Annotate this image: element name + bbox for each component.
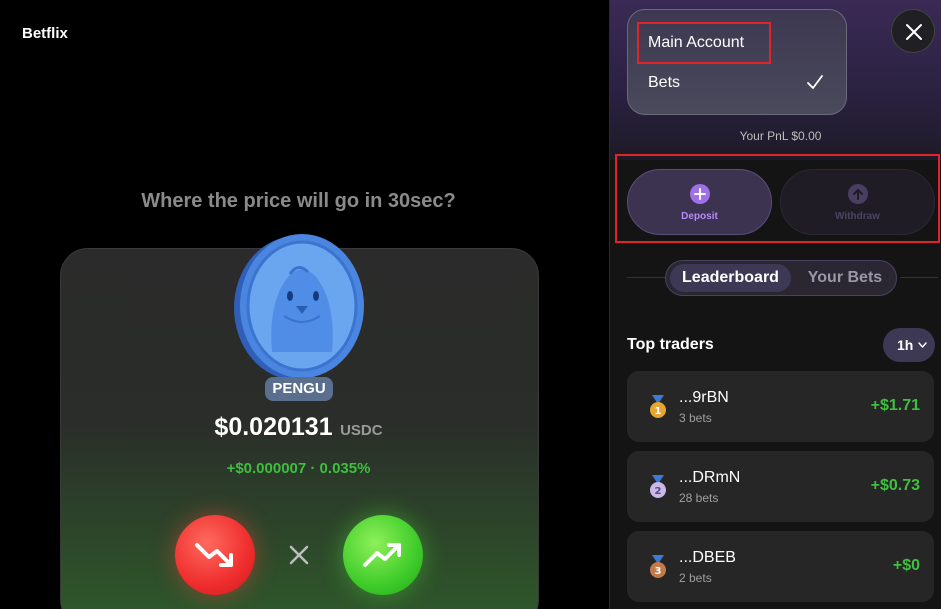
deposit-button[interactable]: Deposit: [627, 169, 772, 235]
trader-pnl: +$0: [892, 557, 920, 574]
withdraw-label: Withdraw: [835, 211, 880, 222]
page: Betflix Where the price will go in 30sec…: [0, 0, 941, 609]
price-display: $0.020131 USDC: [0, 413, 597, 442]
trend-down-icon: [195, 543, 233, 567]
pnl-label: Your PnL $0.00: [739, 129, 822, 143]
price-amount: $0.020131: [214, 413, 333, 441]
brand-logo[interactable]: Betflix: [22, 25, 68, 42]
trader-pnl: +$1.71: [870, 397, 920, 414]
close-icon: [906, 24, 922, 40]
divider: [900, 277, 938, 278]
x-icon: [289, 545, 309, 565]
plus-circle-icon: [689, 184, 710, 204]
tab-leaderboard[interactable]: Leaderboard: [670, 264, 791, 292]
deposit-label: Deposit: [681, 211, 718, 222]
trader-row[interactable]: 3 ...DBEB 2 bets +$0: [627, 531, 934, 602]
trader-row[interactable]: 2 ...DRmN 28 bets +$0.73: [627, 451, 934, 522]
svg-text:2: 2: [655, 486, 662, 497]
checkmark-icon: [807, 75, 823, 89]
token-badge: PENGU: [265, 377, 333, 401]
divider: [627, 277, 667, 278]
svg-text:1: 1: [655, 406, 662, 417]
trader-pnl: +$0.73: [870, 477, 920, 494]
pengu-coin-icon: [234, 234, 364, 380]
trader-bets: 28 bets: [679, 491, 719, 505]
trader-name: ...DBEB: [679, 549, 736, 566]
close-button[interactable]: [891, 9, 935, 53]
trader-name: ...9rBN: [679, 389, 729, 406]
bronze-medal-icon: 3: [650, 555, 666, 578]
account-dropdown[interactable]: Main Account Bets: [627, 9, 847, 115]
trend-up-icon: [363, 543, 401, 567]
side-panel: Main Account Bets Your PnL $0.00 Deposit: [609, 0, 941, 609]
silver-medal-icon: 2: [650, 475, 666, 498]
trader-row[interactable]: 1 ...9rBN 3 bets +$1.71: [627, 371, 934, 442]
tab-your-bets[interactable]: Your Bets: [796, 264, 894, 292]
section-title: Top traders: [627, 336, 714, 353]
trader-name: ...DRmN: [679, 469, 741, 486]
chevron-down-icon: [918, 342, 927, 348]
menu-item-bets[interactable]: Bets: [648, 74, 680, 92]
menu-item-main-account[interactable]: Main Account: [648, 34, 744, 52]
price-unit: USDC: [340, 422, 383, 439]
withdraw-button[interactable]: Withdraw: [780, 169, 935, 235]
period-select[interactable]: 1h: [883, 328, 935, 362]
period-value: 1h: [897, 337, 914, 353]
price-change: +$0.000007 · 0.035%: [226, 460, 371, 477]
trader-bets: 3 bets: [679, 411, 712, 425]
bet-up-button[interactable]: [343, 515, 423, 595]
svg-text:3: 3: [655, 566, 662, 577]
trader-bets: 2 bets: [679, 571, 712, 585]
prediction-question: Where the price will go in 30sec?: [141, 190, 456, 212]
gold-medal-icon: 1: [650, 395, 666, 418]
arrow-up-circle-icon: [847, 184, 868, 204]
tab-bar: Leaderboard Your Bets: [665, 260, 897, 296]
game-area: Betflix Where the price will go in 30sec…: [0, 0, 609, 609]
bet-down-button[interactable]: [175, 515, 255, 595]
